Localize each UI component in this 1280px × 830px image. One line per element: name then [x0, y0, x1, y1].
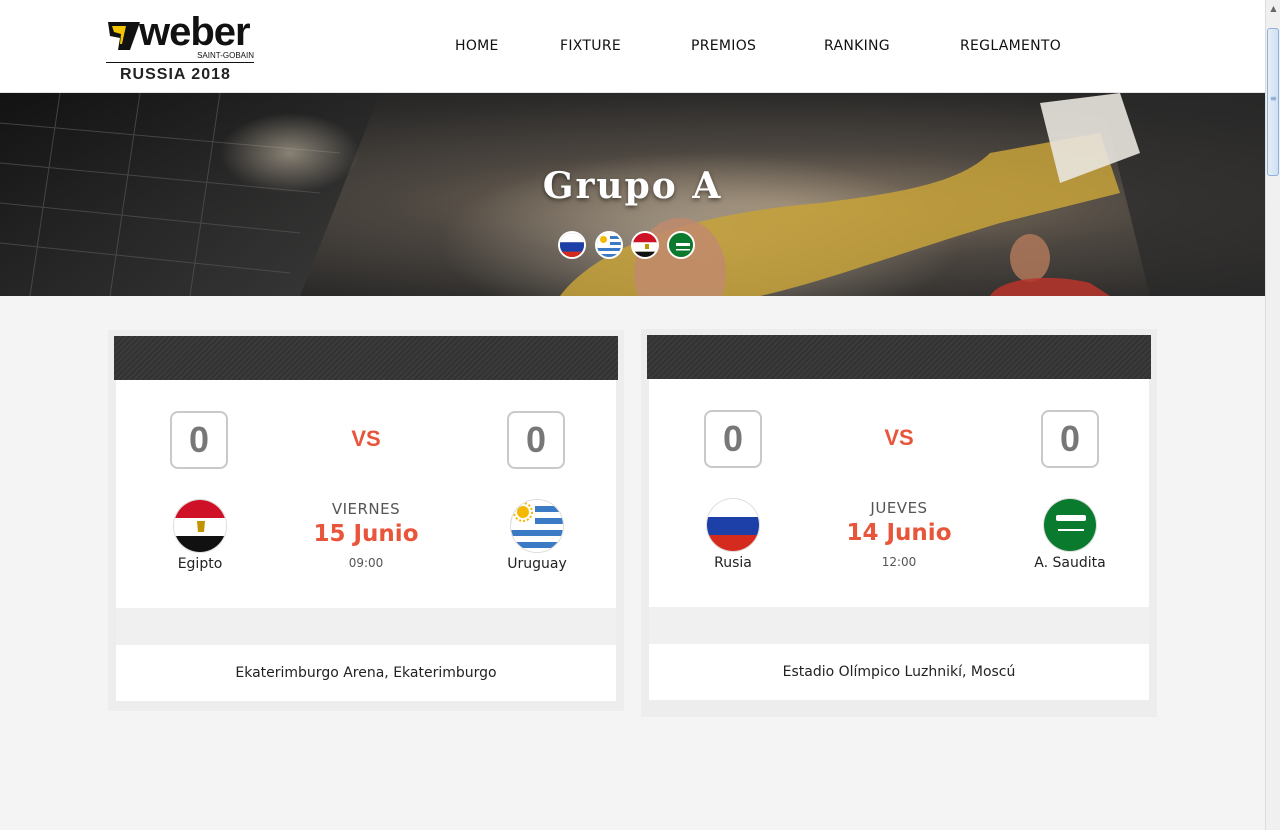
match-card-spacer	[649, 607, 1149, 644]
site-header: weber SAINT-GOBAIN RUSSIA 2018 HOME FIXT…	[0, 0, 1265, 93]
nav-reglamento[interactable]: REGLAMENTO	[960, 38, 1061, 54]
match-date: 14 Junio	[846, 520, 952, 546]
match-date: 15 Junio	[313, 521, 419, 547]
home-score: 0	[704, 410, 762, 468]
home-team-name: Rusia	[714, 555, 752, 571]
match-card[interactable]: 0 VS 0 Rusia JUEVES 14 Junio 12:00 A. Sa…	[641, 329, 1157, 717]
away-team-name: A. Saudita	[1034, 555, 1106, 571]
nav-home[interactable]: HOME	[455, 38, 499, 54]
nav-fixture[interactable]: FIXTURE	[560, 38, 621, 54]
group-flags	[558, 231, 698, 261]
uruguay-flag-icon	[510, 499, 564, 553]
home-team-name: Egipto	[177, 556, 223, 572]
match-card-header	[114, 336, 618, 380]
logo-wordmark: weber	[139, 10, 251, 54]
scroll-up-arrow-icon[interactable]: ▲	[1266, 0, 1280, 17]
away-score: 0	[507, 411, 565, 469]
match-card-body: 0 VS 0 Egipto VIERNES 15 Junio 09:00 Uru…	[116, 380, 616, 608]
match-time: 12:00	[881, 555, 917, 569]
uruguay-flag-icon[interactable]	[595, 231, 623, 259]
egypt-flag-icon[interactable]	[631, 231, 659, 259]
scrollbar-grip-icon: ≡	[1270, 94, 1277, 103]
russia-flag-icon	[706, 498, 760, 552]
away-score: 0	[1041, 410, 1099, 468]
match-card-header	[647, 335, 1151, 379]
hero-banner: Grupo A	[0, 93, 1265, 296]
vs-label: VS	[351, 426, 381, 451]
egypt-flag-icon	[173, 499, 227, 553]
match-card-spacer	[116, 608, 616, 645]
match-card-body: 0 VS 0 Rusia JUEVES 14 Junio 12:00 A. Sa…	[649, 379, 1149, 607]
vertical-scrollbar[interactable]: ▲ ≡	[1265, 0, 1280, 830]
match-venue: Ekaterimburgo Arena, Ekaterimburgo	[116, 645, 616, 701]
logo-divider	[106, 62, 254, 63]
weber-logo-mark-icon	[108, 22, 140, 50]
logo-year: RUSSIA 2018	[120, 66, 231, 83]
saudi-arabia-flag-icon[interactable]	[667, 231, 695, 259]
weber-logo[interactable]: weber SAINT-GOBAIN RUSSIA 2018	[106, 10, 256, 88]
logo-subtitle: SAINT-GOBAIN	[197, 51, 254, 60]
nav-ranking[interactable]: RANKING	[824, 38, 890, 54]
home-score: 0	[170, 411, 228, 469]
away-team-name: Uruguay	[507, 556, 567, 572]
nav-premios[interactable]: PREMIOS	[691, 38, 756, 54]
match-day: JUEVES	[870, 499, 928, 517]
match-day: VIERNES	[331, 500, 401, 518]
match-venue: Estadio Olímpico Luzhnikí, Moscú	[649, 644, 1149, 700]
group-title: Grupo A	[542, 165, 723, 207]
match-card[interactable]: 0 VS 0 Egipto VIERNES 15 Junio 09:00 Uru…	[108, 330, 624, 711]
scrollbar-thumb[interactable]: ≡	[1267, 28, 1279, 176]
vs-label: VS	[884, 425, 914, 450]
match-time: 09:00	[348, 556, 384, 570]
russia-flag-icon[interactable]	[558, 231, 586, 259]
saudi-arabia-flag-icon	[1043, 498, 1097, 552]
